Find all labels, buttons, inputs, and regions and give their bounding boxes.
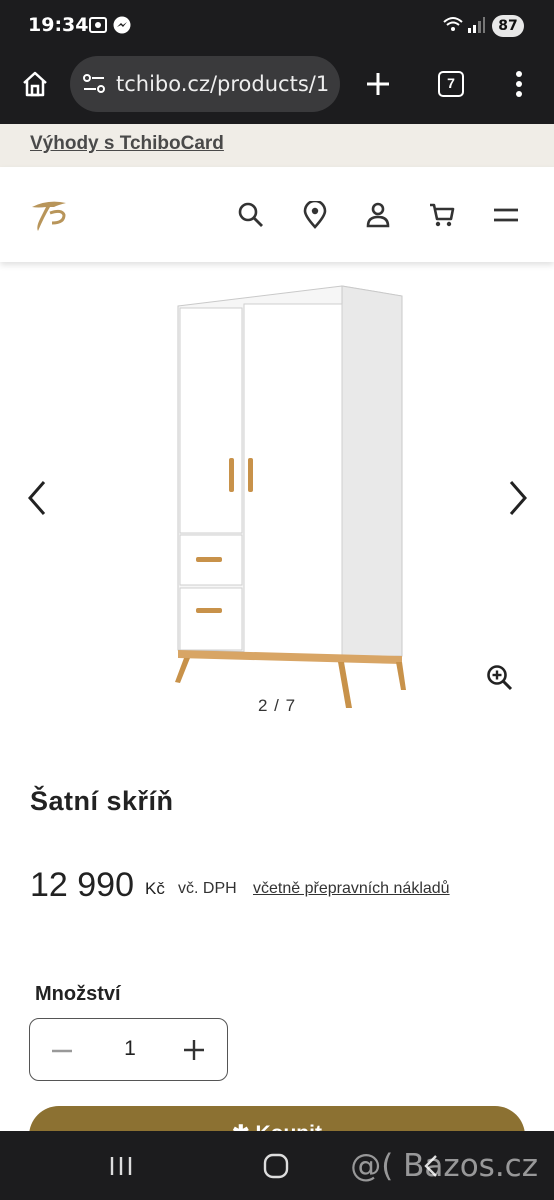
battery-indicator: 87 [492,15,524,37]
shipping-costs-link[interactable]: včetně přepravních nákladů [253,880,450,898]
chevron-left-icon[interactable] [22,478,52,518]
more-menu-icon[interactable] [509,70,529,98]
quantity-label: Množství [35,983,121,1005]
cart-icon[interactable] [428,201,456,229]
chevron-right-icon[interactable] [503,478,533,518]
price-currency: Kč [145,879,165,898]
tchibo-logo-icon[interactable] [28,197,70,235]
product-price: 12 990 [30,866,134,904]
home-button-icon[interactable] [262,1153,290,1179]
status-time: 19:34 [28,14,89,36]
product-image[interactable] [160,278,420,708]
address-bar[interactable]: tchibo.cz/products/1 [70,56,340,112]
plus-icon[interactable] [182,1038,206,1062]
menu-icon[interactable] [492,201,520,229]
quantity-stepper: 1 [29,1018,228,1081]
new-tab-icon[interactable] [364,70,392,98]
site-header [0,167,554,262]
zoom-icon[interactable] [486,664,514,692]
recent-apps-icon[interactable] [108,1155,134,1177]
gallery-counter: 2 / 7 [257,696,297,715]
home-icon[interactable] [20,69,50,99]
vat-note: vč. DPH [178,880,237,897]
tab-switcher-button[interactable]: 7 [438,71,464,97]
signal-icon [468,17,485,33]
bazos-watermark: @( Bazos.cz [350,1148,538,1184]
minus-icon[interactable] [50,1039,74,1063]
store-location-icon[interactable] [301,201,329,229]
account-icon[interactable] [364,201,392,229]
messenger-icon [113,16,131,34]
search-icon[interactable] [237,201,265,229]
promo-banner: Výhody s TchiboCard [0,124,554,167]
status-bar: 19:34 87 [0,0,554,52]
product-gallery: 2 / 7 [0,268,554,728]
tchibocard-link[interactable]: Výhody s TchiboCard [30,133,224,155]
url-text: tchibo.cz/products/1 [116,72,330,96]
wifi-icon [443,17,463,31]
product-title: Šatní skříň [30,786,174,816]
site-settings-icon[interactable] [82,73,106,95]
quantity-value[interactable]: 1 [110,1037,150,1061]
browser-toolbar: tchibo.cz/products/1 7 [0,52,554,124]
screenshot-icon [89,17,107,33]
